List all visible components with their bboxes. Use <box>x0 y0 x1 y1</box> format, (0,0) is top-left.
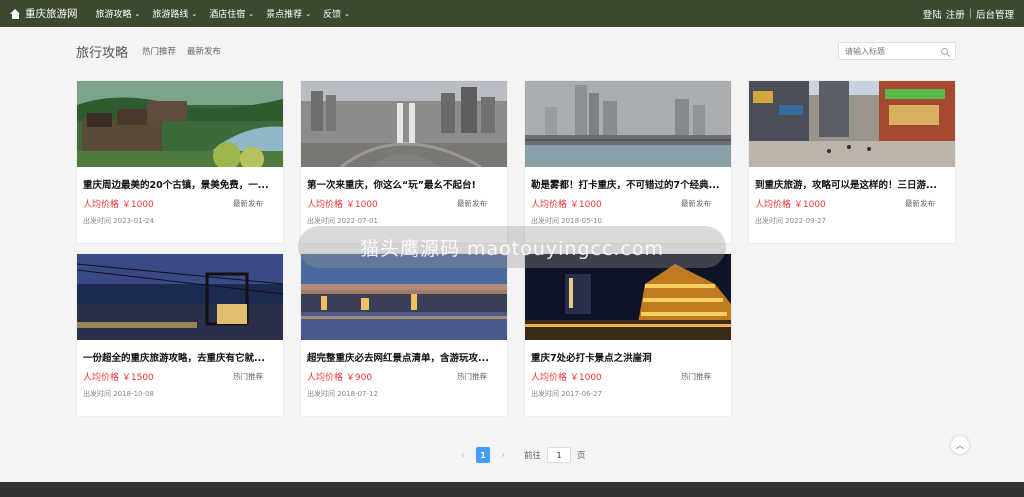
guide-card[interactable]: 重庆7处必打卡景点之洪崖洞 人均价格 ￥1000 热门推荐 出发时间 2017-… <box>524 253 732 417</box>
content-header: 旅行攻略 热门推荐 最新发布 <box>76 40 956 62</box>
back-to-top-button[interactable]: ︿ <box>951 436 969 454</box>
card-tag: 最新发布 <box>905 199 935 208</box>
chevron-down-icon: ⌄ <box>305 9 312 18</box>
menu-travel-routes[interactable]: 旅游路线 ⌄ <box>152 7 198 21</box>
card-meta: 人均价格 ￥1000 最新发布 <box>755 197 949 210</box>
card-title[interactable]: 重庆7处必打卡景点之洪崖洞 <box>531 350 725 364</box>
menu-label: 旅游路线 <box>152 10 189 20</box>
prev-page-button[interactable]: ‹ <box>456 450 470 461</box>
card-image[interactable] <box>77 81 283 167</box>
menu-label: 景点推荐 <box>266 10 303 20</box>
card-tag: 热门推荐 <box>233 372 263 381</box>
card-image[interactable] <box>301 81 507 167</box>
card-body: 重庆周边最美的20个古镇，景美免费，一... 人均价格 ￥1000 最新发布 出… <box>77 167 283 226</box>
menu-label: 反馈 <box>323 10 342 20</box>
card-title[interactable]: 重庆周边最美的20个古镇，景美免费，一... <box>83 177 277 191</box>
card-date: 出发时间 2022-09-27 <box>755 217 826 225</box>
guide-card[interactable]: 到重庆旅游，攻略可以是这样的！三日游... 人均价格 ￥1000 最新发布 出发… <box>748 80 956 244</box>
top-navbar: 重庆旅游网 旅游攻略 ⌄ 旅游路线 ⌄ 酒店住宿 ⌄ 景点推荐 ⌄ 反馈 ⌄ 登陆 注册 … <box>0 0 1024 27</box>
card-meta: 人均价格 ￥1000 最新发布 <box>531 197 725 210</box>
card-image[interactable] <box>77 254 283 340</box>
card-price: 人均价格 ￥1500 <box>83 373 154 383</box>
card-image[interactable] <box>525 81 731 167</box>
card-body: 一份超全的重庆旅游攻略，去重庆有它就... 人均价格 ￥1500 热门推荐 出发… <box>77 340 283 399</box>
menu-attractions[interactable]: 景点推荐 ⌄ <box>266 7 312 21</box>
card-date: 出发时间 2018-05-10 <box>531 217 602 225</box>
admin-link[interactable]: 后台管理 <box>976 7 1014 21</box>
card-price: 人均价格 ￥900 <box>307 373 373 383</box>
card-body: 勒是雾都！打卡重庆，不可错过的7个经典... 人均价格 ￥1000 最新发布 出… <box>525 167 731 226</box>
card-title[interactable]: 超完整重庆必去网红景点清单，含游玩攻... <box>307 350 501 364</box>
register-link[interactable]: 注册 <box>946 7 965 21</box>
menu-travel-guide[interactable]: 旅游攻略 ⌄ <box>95 7 141 21</box>
card-title[interactable]: 一份超全的重庆旅游攻略，去重庆有它就... <box>83 350 277 364</box>
card-date: 出发时间 2023-01-24 <box>83 217 154 225</box>
card-date: 出发时间 2022-07-01 <box>307 217 378 225</box>
goto-label: 前往 <box>524 451 542 461</box>
page-title: 旅行攻略 <box>76 45 129 61</box>
card-title[interactable]: 到重庆旅游，攻略可以是这样的！三日游... <box>755 177 949 191</box>
card-meta: 人均价格 ￥1000 最新发布 <box>83 197 277 210</box>
card-meta: 人均价格 ￥1500 热门推荐 <box>83 370 277 383</box>
tab-hot[interactable]: 热门推荐 <box>142 45 176 57</box>
guide-card[interactable]: 第一次来重庆，你这么“玩”最幺不起台! 人均价格 ￥1000 最新发布 出发时间… <box>300 80 508 244</box>
menu-label: 酒店住宿 <box>209 10 246 20</box>
page-unit-label: 页 <box>577 451 586 461</box>
card-price: 人均价格 ￥1000 <box>531 200 602 210</box>
card-date: 出发时间 2017-06-27 <box>531 390 602 398</box>
card-meta: 人均价格 ￥1000 最新发布 <box>307 197 501 210</box>
card-meta: 人均价格 ￥1000 热门推荐 <box>531 370 725 383</box>
page-footer <box>0 482 1024 497</box>
watermark-banner: 猫头鹰源码 maotouyingcc.com <box>298 226 726 268</box>
card-date: 出发时间 2018-10-08 <box>83 390 154 398</box>
card-image[interactable] <box>749 81 955 167</box>
card-title[interactable]: 第一次来重庆，你这么“玩”最幺不起台! <box>307 177 501 191</box>
divider: | <box>968 8 972 19</box>
search-input[interactable] <box>845 46 941 56</box>
chevron-down-icon: ⌄ <box>248 9 255 18</box>
card-body: 重庆7处必打卡景点之洪崖洞 人均价格 ￥1000 热门推荐 出发时间 2017-… <box>525 340 731 399</box>
guide-card[interactable]: 超完整重庆必去网红景点清单，含游玩攻... 人均价格 ￥900 热门推荐 出发时… <box>300 253 508 417</box>
card-tag: 最新发布 <box>233 199 263 208</box>
page-number-current[interactable]: 1 <box>476 447 490 463</box>
guide-card[interactable]: 勒是雾都！打卡重庆，不可错过的7个经典... 人均价格 ￥1000 最新发布 出… <box>524 80 732 244</box>
card-price: 人均价格 ￥1000 <box>531 373 602 383</box>
account-links: 登陆 注册 | 后台管理 <box>923 7 1014 21</box>
card-tag: 热门推荐 <box>457 372 487 381</box>
card-price: 人均价格 ￥1000 <box>307 200 378 210</box>
card-price: 人均价格 ￥1000 <box>83 200 154 210</box>
home-icon <box>10 8 21 19</box>
menu-label: 旅游攻略 <box>95 10 132 20</box>
search-icon[interactable] <box>941 47 948 55</box>
search-box <box>838 42 956 60</box>
chevron-down-icon: ⌄ <box>191 9 198 18</box>
next-page-button[interactable]: › <box>496 450 510 461</box>
card-date: 出发时间 2018-07-12 <box>307 390 378 398</box>
card-body: 第一次来重庆，你这么“玩”最幺不起台! 人均价格 ￥1000 最新发布 出发时间… <box>301 167 507 226</box>
pagination: ‹ 1 › 前往 页 <box>456 447 586 463</box>
site-brand[interactable]: 重庆旅游网 <box>10 6 78 21</box>
card-body: 到重庆旅游，攻略可以是这样的！三日游... 人均价格 ￥1000 最新发布 出发… <box>749 167 955 226</box>
card-price: 人均价格 ￥1000 <box>755 200 826 210</box>
card-title[interactable]: 勒是雾都！打卡重庆，不可错过的7个经典... <box>531 177 725 191</box>
menu-hotels[interactable]: 酒店住宿 ⌄ <box>209 7 255 21</box>
card-tag: 最新发布 <box>457 199 487 208</box>
card-meta: 人均价格 ￥900 热门推荐 <box>307 370 501 383</box>
goto-page-input[interactable] <box>547 447 572 463</box>
card-body: 超完整重庆必去网红景点清单，含游玩攻... 人均价格 ￥900 热门推荐 出发时… <box>301 340 507 399</box>
chevron-down-icon: ⌄ <box>344 9 350 18</box>
chevron-down-icon: ⌄ <box>134 9 141 18</box>
card-tag: 最新发布 <box>681 199 711 208</box>
main-menu: 旅游攻略 ⌄ 旅游路线 ⌄ 酒店住宿 ⌄ 景点推荐 ⌄ 反馈 ⌄ <box>95 7 350 21</box>
site-name: 重庆旅游网 <box>25 8 78 20</box>
guide-card[interactable]: 重庆周边最美的20个古镇，景美免费，一... 人均价格 ￥1000 最新发布 出… <box>76 80 284 244</box>
login-link[interactable]: 登陆 <box>923 7 942 21</box>
menu-feedback[interactable]: 反馈 ⌄ <box>323 7 350 21</box>
card-tag: 热门推荐 <box>681 372 711 381</box>
guide-card[interactable]: 一份超全的重庆旅游攻略，去重庆有它就... 人均价格 ￥1500 热门推荐 出发… <box>76 253 284 417</box>
tab-latest[interactable]: 最新发布 <box>187 45 221 57</box>
